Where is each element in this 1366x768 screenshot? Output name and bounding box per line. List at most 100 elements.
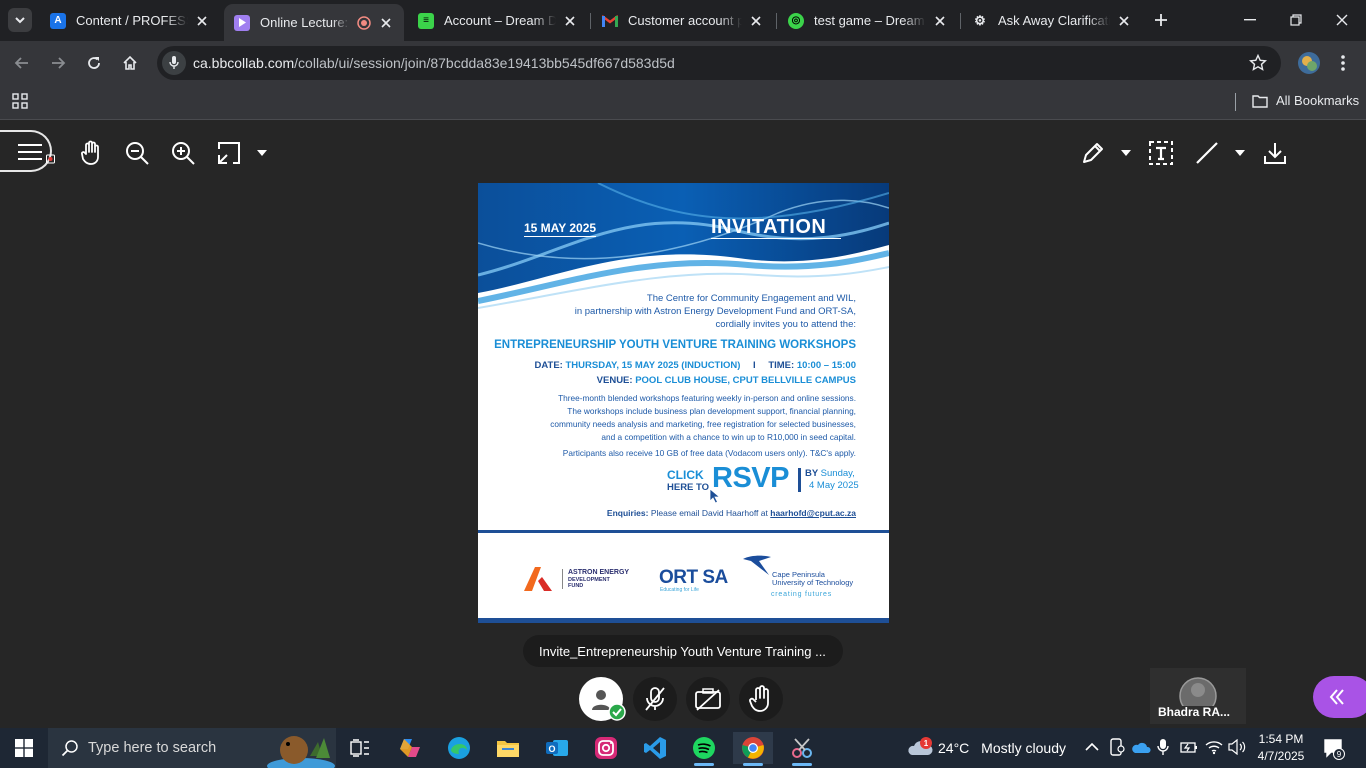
taskbar-search-box[interactable]: Type here to search (48, 728, 336, 768)
spotify-icon (693, 737, 715, 759)
doc-intro-line: cordially invites you to attend the: (715, 319, 856, 330)
doc-rsvp-link[interactable]: RSVP (712, 462, 789, 495)
recording-icon (356, 15, 372, 31)
weather-temp: 24°C (938, 740, 970, 756)
raise-hand-button[interactable] (739, 677, 783, 721)
ort-sa-logo: ORT SA (659, 567, 728, 588)
volume-icon[interactable] (1228, 738, 1246, 758)
doc-body-line: Participants also receive 10 GB of free … (562, 448, 856, 458)
edge-icon (448, 737, 470, 759)
doc-here-to-text[interactable]: HERE TO (667, 482, 709, 493)
fit-page-icon[interactable] (215, 139, 243, 167)
bookmark-star-icon[interactable] (1248, 53, 1268, 77)
shared-document[interactable]: 15 MAY 2025 INVITATION The Centre for Co… (478, 183, 889, 623)
fit-dropdown-chevron-icon[interactable] (255, 146, 269, 160)
doc-bottom-bar (478, 618, 889, 623)
line-dropdown-chevron-icon[interactable] (1233, 146, 1247, 160)
pencil-icon[interactable] (1078, 138, 1108, 168)
tab-test-game[interactable]: ◎ test game – Dream D (778, 4, 958, 37)
outlook-button[interactable]: O (537, 732, 577, 764)
doc-venue-label: VENUE: (596, 375, 633, 386)
copilot-button[interactable] (390, 732, 430, 764)
close-icon[interactable] (748, 13, 764, 29)
home-button[interactable] (118, 51, 142, 75)
search-highlight-beaver-icon (267, 736, 335, 768)
microphone-toggle-button[interactable] (633, 677, 677, 721)
close-icon[interactable] (1116, 13, 1132, 29)
all-bookmarks-button[interactable]: All Bookmarks (1252, 93, 1359, 108)
microphone-icon[interactable] (1157, 738, 1169, 759)
edge-button[interactable] (439, 732, 479, 764)
download-icon[interactable] (1260, 138, 1290, 168)
battery-icon[interactable] (1180, 739, 1198, 758)
vscode-icon (644, 737, 666, 759)
close-icon[interactable] (932, 13, 948, 29)
instagram-button[interactable] (586, 732, 626, 764)
doc-divider: I (753, 360, 756, 371)
close-icon[interactable] (562, 13, 578, 29)
my-status-button[interactable] (579, 677, 626, 721)
notification-icon: 9 (1324, 739, 1345, 760)
clock[interactable]: 1:54 PM 4/7/2025 (1256, 731, 1306, 765)
snipping-tool-icon (792, 738, 812, 758)
phone-link-icon[interactable] (1109, 738, 1125, 759)
minimize-button[interactable] (1238, 8, 1262, 32)
all-bookmarks-label: All Bookmarks (1276, 93, 1360, 108)
spotify-button[interactable] (684, 732, 724, 766)
tab-online-lecture[interactable]: Online Lecture: Et (224, 4, 404, 41)
tab-customer-account[interactable]: Customer account pa (592, 4, 774, 37)
wifi-icon[interactable] (1205, 739, 1223, 758)
weather-button[interactable]: 1 (902, 732, 938, 764)
status-check-icon (608, 703, 626, 721)
tab-account-dream-drive[interactable]: ≡ Account – Dream Driv (408, 4, 588, 37)
doc-by-date: 4 May 2025 (809, 480, 859, 491)
close-icon[interactable] (378, 15, 394, 31)
tab-content-professional[interactable]: A Content / PROFESSIO (40, 4, 220, 37)
doc-email-link[interactable]: haarhofd@cput.ac.za (770, 508, 856, 518)
camera-toggle-button[interactable] (686, 677, 730, 721)
close-icon[interactable] (194, 13, 210, 29)
doc-click-text[interactable]: CLICK (667, 468, 704, 482)
tab-ask-away[interactable]: ⚙ Ask Away Clarificatio (962, 4, 1142, 37)
weather-text[interactable]: 24°C Mostly cloudy (938, 740, 1066, 756)
doc-enquiries-line: Enquiries: Please email David Haarhoff a… (607, 508, 856, 518)
close-window-button[interactable] (1330, 8, 1354, 32)
show-hidden-icons-button[interactable] (1085, 740, 1099, 755)
participant-tile[interactable]: Bhadra RA... (1150, 668, 1246, 724)
dream-icon: ◎ (788, 12, 804, 29)
forward-button[interactable] (46, 51, 70, 75)
back-button[interactable] (10, 51, 34, 75)
session-menu-button[interactable] (0, 130, 55, 172)
reload-button[interactable] (82, 51, 106, 75)
a-letter-icon: A (50, 12, 66, 29)
participant-name: Bhadra RA... (1158, 705, 1231, 719)
new-tab-button[interactable] (1149, 8, 1173, 32)
task-view-button[interactable] (340, 732, 380, 764)
tab-search-button[interactable] (8, 8, 32, 32)
pan-hand-icon[interactable] (78, 139, 106, 167)
zoom-in-icon[interactable] (169, 139, 197, 167)
doc-by-label: BY (805, 468, 819, 479)
line-tool-icon[interactable] (1192, 138, 1222, 168)
url-text: ca.bbcollab.com/collab/ui/session/join/8… (193, 55, 675, 71)
windows-start-button[interactable] (4, 732, 44, 764)
zoom-out-icon[interactable] (123, 139, 151, 167)
open-collaborate-panel-button[interactable] (1313, 676, 1366, 718)
text-tool-icon[interactable] (1146, 138, 1176, 168)
file-explorer-button[interactable] (488, 732, 528, 764)
notification-count: 9 (1337, 750, 1342, 759)
microphone-icon[interactable] (162, 51, 186, 75)
restore-button[interactable] (1284, 8, 1308, 32)
more-menu-icon[interactable] (1331, 51, 1355, 75)
address-bar[interactable]: ca.bbcollab.com/collab/ui/session/join/8… (157, 46, 1281, 80)
snipping-tool-button[interactable] (782, 732, 822, 766)
chrome-button[interactable] (733, 732, 773, 766)
profile-avatar[interactable] (1296, 50, 1322, 76)
apps-grid-icon[interactable] (12, 93, 28, 114)
doc-date-label: DATE: (534, 360, 563, 371)
onedrive-icon[interactable] (1131, 740, 1151, 757)
notification-center-button[interactable]: 9 (1323, 738, 1345, 763)
pencil-dropdown-chevron-icon[interactable] (1119, 146, 1133, 160)
astron-energy-logo-text: ASTRON ENERGY DEVELOPMENT FUND (568, 569, 629, 589)
vscode-button[interactable] (635, 732, 675, 764)
